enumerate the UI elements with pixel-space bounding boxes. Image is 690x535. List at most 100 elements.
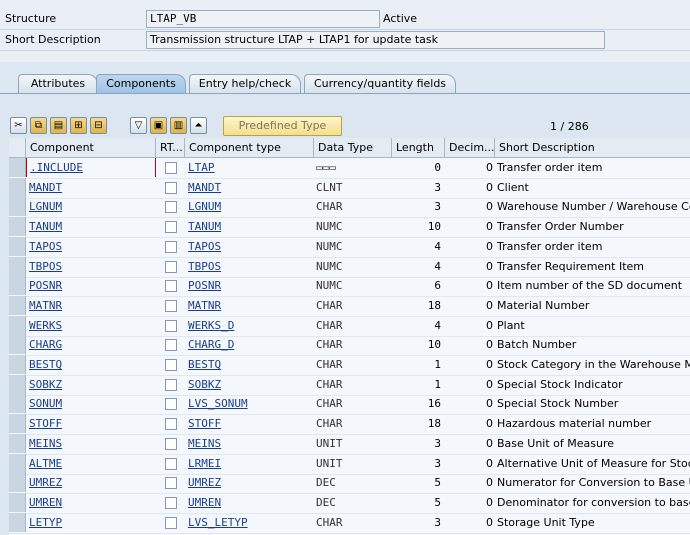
table-row[interactable]: SOBKZ SOBKZ CHAR 1 0 Special Stock Indicator (9, 374, 690, 396)
row-selector[interactable] (9, 414, 26, 434)
rt-checkbox[interactable] (165, 378, 177, 391)
rt-checkbox[interactable] (165, 457, 177, 470)
row-selector[interactable] (9, 236, 26, 256)
component-type-link[interactable]: UMREZ (188, 476, 221, 489)
table-row[interactable]: STOFF STOFF CHAR 18 0 Hazardous material numb… (9, 414, 690, 436)
component-type-link[interactable]: MATNR (188, 299, 221, 312)
table-row[interactable]: MEINS MEINS UNIT 3 0 Base Unit of Measure (9, 433, 690, 455)
row-selector[interactable] (9, 158, 26, 177)
row-selector[interactable] (9, 315, 26, 335)
table-row[interactable]: WERKS WERKS_D CHAR 4 0 Plant (9, 315, 690, 337)
component-type-link[interactable]: LVS_LETYP (188, 516, 248, 529)
table-row[interactable]: LETYP LVS_LETYP CHAR 3 0 Storage Unit Type (9, 512, 690, 534)
row-selector[interactable] (9, 512, 26, 532)
table-row[interactable]: TBPOS TBPOS NUMC 4 0 Transfer Requirement Ite… (9, 256, 690, 278)
component-type-link[interactable]: LRMEI (188, 457, 221, 470)
component-link[interactable]: MANDT (29, 181, 62, 194)
col-rt[interactable]: RT... (156, 138, 185, 157)
component-link[interactable]: STOFF (29, 417, 62, 430)
rt-checkbox[interactable] (165, 201, 177, 214)
component-type-link[interactable]: BESTQ (188, 358, 221, 371)
component-link[interactable]: WERKS (29, 319, 62, 332)
rt-checkbox[interactable] (165, 437, 177, 450)
short-desc-field[interactable]: Transmission structure LTAP + LTAP1 for … (146, 31, 605, 49)
component-link[interactable]: UMREN (29, 496, 62, 509)
component-link[interactable]: TANUM (29, 220, 62, 233)
table-row[interactable]: MATNR MATNR CHAR 18 0 Material Number (9, 295, 690, 317)
component-link[interactable]: SONUM (29, 397, 62, 410)
table-row[interactable]: SONUM LVS_SONUM CHAR 16 0 Special Stock Numbe… (9, 394, 690, 416)
cut-icon[interactable]: ✂ (10, 117, 27, 134)
rt-checkbox[interactable] (165, 181, 177, 194)
row-selector[interactable] (9, 473, 26, 493)
rt-checkbox[interactable] (165, 280, 177, 293)
tab-components[interactable]: Components (96, 74, 186, 93)
component-type-link[interactable]: LTAP (188, 161, 215, 174)
rt-checkbox[interactable] (165, 260, 177, 273)
component-type-link[interactable]: TAPOS (188, 240, 221, 253)
component-type-link[interactable]: WERKS_D (188, 319, 234, 332)
insert-icon[interactable]: ▣ (150, 117, 167, 134)
table-row[interactable]: UMREZ UMREZ DEC 5 0 Numerator for Conversion … (9, 473, 690, 495)
select-all-cell[interactable] (9, 138, 26, 157)
tab-currency-quantity[interactable]: Currency/quantity fields (304, 74, 456, 93)
rt-checkbox[interactable] (165, 418, 177, 431)
component-type-link[interactable]: TANUM (188, 220, 221, 233)
component-type-link[interactable]: LVS_SONUM (188, 397, 248, 410)
rt-checkbox[interactable] (165, 221, 177, 234)
rt-checkbox[interactable] (165, 319, 177, 332)
row-selector[interactable] (9, 177, 26, 197)
component-type-link[interactable]: TBPOS (188, 260, 221, 273)
component-link[interactable]: TAPOS (29, 240, 62, 253)
component-type-link[interactable]: LGNUM (188, 200, 221, 213)
insert-row-icon[interactable]: ⊞ (70, 117, 87, 134)
row-selector[interactable] (9, 453, 26, 473)
details-icon[interactable]: ▥ (170, 117, 187, 134)
delete-row-icon[interactable]: ⊟ (90, 117, 107, 134)
col-length[interactable]: Length (392, 138, 445, 157)
row-selector[interactable] (9, 256, 26, 276)
rt-checkbox[interactable] (165, 339, 177, 352)
table-row[interactable]: .INCLUDE LTAP ▭▭▭ 0 0 Transfer order item (9, 158, 690, 179)
component-link[interactable]: .INCLUDE (30, 161, 83, 174)
row-selector[interactable] (9, 335, 26, 355)
table-row[interactable]: MANDT MANDT CLNT 3 0 Client (9, 177, 690, 199)
structure-field[interactable]: LTAP_VB (146, 10, 380, 28)
component-link[interactable]: LGNUM (29, 200, 62, 213)
filter-icon[interactable]: ▽ (130, 117, 147, 134)
table-row[interactable]: POSNR POSNR NUMC 6 0 Item number of the SD do… (9, 276, 690, 298)
component-link[interactable]: UMREZ (29, 476, 62, 489)
component-link[interactable]: POSNR (29, 279, 62, 292)
tab-entry-help[interactable]: Entry help/check (189, 74, 301, 93)
paste-icon[interactable]: ▤ (50, 117, 67, 134)
component-type-link[interactable]: MEINS (188, 437, 221, 450)
row-selector[interactable] (9, 433, 26, 453)
rt-checkbox[interactable] (165, 162, 177, 174)
rt-checkbox[interactable] (165, 299, 177, 312)
rt-checkbox[interactable] (165, 240, 177, 253)
table-row[interactable]: BESTQ BESTQ CHAR 1 0 Stock Category in the Wa… (9, 355, 690, 376)
component-link[interactable]: SOBKZ (29, 378, 62, 391)
tab-attributes[interactable]: Attributes (18, 74, 98, 93)
rt-checkbox[interactable] (165, 359, 177, 371)
col-decimals[interactable]: Decim... (445, 138, 495, 157)
row-selector[interactable] (9, 197, 26, 217)
predefined-type-button[interactable]: Predefined Type (223, 116, 342, 136)
row-selector[interactable] (9, 355, 26, 374)
table-row[interactable]: ALTME LRMEI UNIT 3 0 Alternative Unit of Meas… (9, 453, 690, 475)
row-selector[interactable] (9, 394, 26, 414)
component-link[interactable]: MATNR (29, 299, 62, 312)
col-short-description[interactable]: Short Description (495, 138, 690, 157)
component-type-link[interactable]: UMREN (188, 496, 221, 509)
copy-icon[interactable]: ⧉ (30, 117, 47, 134)
row-selector[interactable] (9, 217, 26, 237)
component-type-link[interactable]: POSNR (188, 279, 221, 292)
expand-icon[interactable]: ⏶ (190, 117, 207, 134)
col-component[interactable]: Component (26, 138, 156, 157)
component-type-link[interactable]: CHARG_D (188, 338, 234, 351)
row-selector[interactable] (9, 295, 26, 315)
component-type-link[interactable]: SOBKZ (188, 378, 221, 391)
row-selector[interactable] (9, 276, 26, 296)
col-data-type[interactable]: Data Type (314, 138, 392, 157)
rt-checkbox[interactable] (165, 398, 177, 411)
